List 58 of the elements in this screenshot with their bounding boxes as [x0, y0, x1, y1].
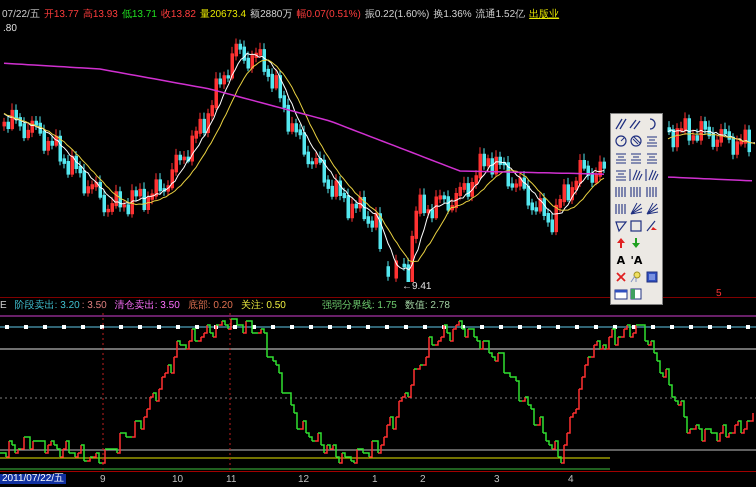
low-price-marker: ←9.41 — [402, 282, 432, 292]
cross-icon[interactable] — [614, 270, 628, 284]
quote-field: 幅0.07(0.51%) — [296, 10, 361, 20]
axis-tick-label: 11 — [226, 475, 236, 485]
circle-icon[interactable] — [614, 134, 628, 148]
fan-rays-icon[interactable] — [629, 202, 644, 216]
vertical-lines-icon[interactable] — [629, 185, 644, 199]
pen-icon[interactable] — [645, 219, 660, 233]
quote-field: 低13.71 — [122, 10, 157, 20]
underlined-lines-icon[interactable] — [614, 151, 628, 165]
quote-field: 换1.36% — [433, 10, 472, 20]
indicator-reading: 强弱分界线: 1.75 — [322, 300, 397, 310]
indicator-reading: : 3.50 — [82, 300, 107, 310]
axis-tick-label: 4 — [568, 475, 574, 485]
sidebar-window-icon[interactable] — [629, 287, 644, 301]
underlined-lines-icon[interactable] — [645, 134, 660, 148]
quote-field: 高13.93 — [82, 10, 118, 20]
cursor-date: 2011/07/22/五 — [0, 474, 66, 484]
parallel-lines-icon[interactable] — [629, 117, 644, 131]
slanted-lines-icon[interactable] — [645, 168, 660, 182]
hatched-circle-icon[interactable] — [629, 134, 644, 148]
fan-rays-icon[interactable] — [645, 202, 660, 216]
axis-tick-label: 10 — [172, 475, 184, 485]
underlined-lines-icon[interactable] — [645, 151, 660, 165]
quote-field: 收13.82 — [160, 10, 196, 20]
quote-field: 流通1.52亿 — [476, 10, 526, 20]
indicator-label: E — [0, 300, 7, 310]
axis-tick-label: 3 — [494, 475, 500, 485]
quote-field: 开13.77 — [44, 10, 79, 20]
slanted-lines-icon[interactable] — [629, 168, 644, 182]
price-axis-label: .80 — [3, 24, 17, 34]
axis-tick-label: 12 — [298, 475, 310, 485]
vertical-lines-icon[interactable] — [614, 202, 628, 216]
industry-link[interactable]: 出版业 — [529, 10, 560, 20]
window-icon[interactable] — [614, 287, 628, 301]
quote-date: 07/22/五 — [2, 10, 40, 20]
indicator-reading: 关注: 0.50 — [240, 300, 286, 310]
quote-field: 额2880万 — [250, 10, 292, 20]
indicator-reading: 数值: 2.78 — [404, 300, 450, 310]
vertical-lines-icon[interactable] — [614, 185, 628, 199]
vertical-lines-icon[interactable] — [645, 185, 660, 199]
panel-icon[interactable] — [645, 270, 660, 284]
quote-field: 量20673.4 — [200, 10, 246, 20]
letter-tool[interactable]: A — [616, 254, 626, 266]
letter-tool[interactable]: 'A — [630, 254, 642, 266]
axis-tick-label: 1 — [372, 475, 378, 485]
underlined-lines-icon[interactable] — [629, 151, 644, 165]
triangle-icon[interactable] — [614, 219, 628, 233]
chart-marker: 5 — [716, 289, 722, 299]
indicator-reading: 阶段卖出: 3.20 — [14, 300, 80, 310]
quote-field: 振0.22(1.60%) — [364, 10, 430, 20]
diagonal-lines-icon[interactable] — [614, 117, 628, 131]
rectangle-icon[interactable] — [629, 219, 644, 233]
indicator-reading: 清仓卖出: 3.50 — [114, 300, 180, 310]
underlined-lines-icon[interactable] — [614, 168, 628, 182]
axis-tick-label: 2 — [420, 475, 426, 485]
indicator-reading: 底部: 0.20 — [188, 300, 233, 310]
axis-tick-label: 9 — [100, 475, 106, 485]
